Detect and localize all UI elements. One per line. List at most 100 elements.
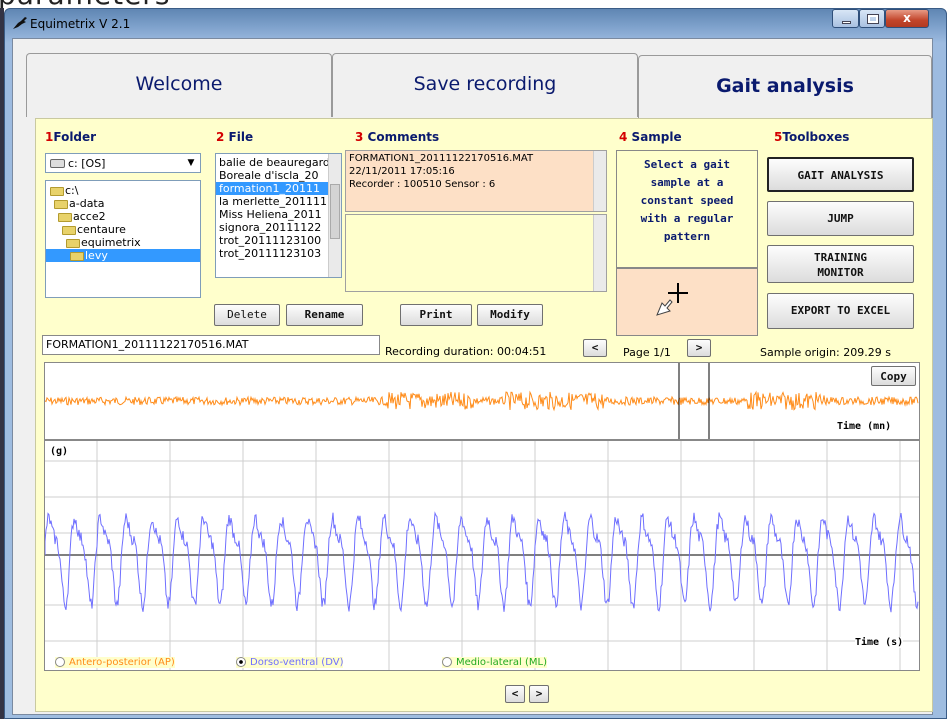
gait-analysis-button[interactable]: GAIT ANALYSIS (767, 157, 914, 192)
sample-text-line: with a regular (640, 212, 734, 225)
drive-icon (50, 159, 65, 168)
tree-item-selected[interactable]: levy (46, 249, 200, 262)
copy-button[interactable]: Copy (871, 366, 916, 386)
modify-button[interactable]: Modify (477, 304, 543, 326)
comment-recorder: Recorder : 100510 Sensor : 6 (349, 179, 496, 190)
folder-icon (66, 238, 80, 248)
radio-dv-label: Dorso-ventral (DV) (250, 657, 344, 668)
radio-ml-label: Medio-lateral (ML) (456, 657, 547, 668)
page-next-button[interactable]: > (687, 339, 711, 357)
print-button[interactable]: Print (400, 304, 472, 326)
folder-label: Folder (53, 130, 97, 144)
comments-box[interactable]: FORMATION1_20111122170516.MAT 22/11/2011… (345, 150, 607, 212)
file-list-scrollbar[interactable] (328, 154, 341, 277)
tab-welcome[interactable]: Welcome (26, 53, 332, 117)
comments-label: Comments (367, 130, 440, 144)
file-list-scroll-thumb[interactable] (330, 184, 340, 239)
overview-signal (44, 363, 919, 439)
tree-item[interactable]: c:\ (50, 184, 200, 197)
radio-circle[interactable] (55, 657, 65, 667)
delete-button[interactable]: Delete (214, 304, 280, 326)
tree-item[interactable]: centaure (50, 223, 200, 236)
comments-header: 3 Comments (355, 130, 439, 144)
jump-button[interactable]: JUMP (767, 201, 914, 236)
window-title: Equimetrix V 2.1 (30, 17, 131, 31)
file-item[interactable]: la merlette_201111 (219, 195, 341, 208)
tree-item[interactable]: equimetrix (50, 236, 200, 249)
file-item-selected[interactable]: formation1_20111 (216, 182, 341, 195)
folder-icon (58, 212, 72, 222)
tree-item-label: c:\ (65, 184, 79, 197)
export-excel-button[interactable]: EXPORT TO EXCEL (767, 293, 914, 329)
file-label: File (228, 130, 254, 144)
file-item[interactable]: Miss Heliena_2011 (219, 208, 341, 221)
comment-filename: FORMATION1_20111122170516.MAT (349, 153, 534, 164)
tab-save-recording[interactable]: Save recording (332, 53, 638, 117)
folder-icon (54, 199, 68, 209)
sample-text-line: Select a gait (643, 158, 731, 171)
radio-ml[interactable]: Medio-lateral (ML) (442, 657, 547, 668)
training-monitor-line1: TRAINING (814, 251, 867, 264)
radio-circle-checked[interactable] (236, 657, 246, 667)
sample-instructions: Select a gait sample at a constant speed… (616, 150, 758, 268)
close-button[interactable]: x (885, 9, 929, 28)
file-list[interactable]: balie de beauregard Boreale d'iscla_20 f… (215, 153, 342, 278)
top-strip: parameters (0, 0, 947, 8)
top-strip-text: parameters (0, 0, 170, 8)
folder-icon (62, 225, 76, 235)
filename-field[interactable]: FORMATION1_20111122170516.MAT (42, 335, 380, 355)
sample-drop-area[interactable] (616, 268, 758, 336)
sample-text-line: constant speed (640, 194, 734, 207)
detail-plot[interactable]: (g) Time (s) (44, 440, 920, 671)
recording-duration: Recording duration: 00:04:51 (385, 345, 547, 358)
file-header: 2 File (216, 130, 253, 144)
chevron-down-icon[interactable]: ▼ (183, 155, 199, 171)
training-monitor-line2: MONITOR (817, 266, 864, 279)
horse-app-icon (13, 17, 27, 29)
minimize-button[interactable] (832, 9, 859, 28)
radio-circle[interactable] (442, 657, 452, 667)
page-indicator: Page 1/1 (623, 346, 671, 359)
detail-y-unit: (g) (50, 446, 69, 457)
folder-header: 1Folder (45, 130, 96, 144)
sample-num: 4 (619, 130, 628, 144)
tree-item-label: centaure (77, 223, 126, 236)
toolboxes-label: Toolboxes (782, 130, 850, 144)
bottom-prev-button[interactable]: < (505, 685, 525, 703)
sample-header: 4 Sample (619, 130, 682, 144)
sample-text-line: pattern (663, 230, 711, 243)
file-item[interactable]: Boreale d'iscla_20 (219, 169, 341, 182)
file-item[interactable]: trot_20111123103 (219, 247, 341, 260)
drive-select[interactable]: c: [OS] ▼ (45, 153, 201, 173)
radio-dv[interactable]: Dorso-ventral (DV) (236, 657, 344, 668)
tab-gait-analysis-label: Gait analysis (716, 75, 854, 97)
sample-origin: Sample origin: 209.29 s (760, 346, 891, 359)
file-num: 2 (216, 130, 225, 144)
comments-edit-box[interactable] (345, 214, 607, 292)
folder-tree[interactable]: c:\ a-data acce2 centaure equimetrix lev… (45, 180, 201, 298)
radio-ap-label: Antero-posterior (AP) (69, 657, 175, 668)
file-item[interactable]: signora_20111122 (219, 221, 341, 234)
file-item[interactable]: trot_20111123100 (219, 234, 341, 247)
comments-edit-scrollbar[interactable] (593, 215, 606, 291)
tab-gait-analysis[interactable]: Gait analysis (638, 55, 932, 119)
crosshair-cursor-icon (656, 283, 688, 316)
rename-button[interactable]: Rename (286, 304, 363, 326)
tree-item-label: levy (85, 249, 108, 262)
radio-ap[interactable]: Antero-posterior (AP) (55, 657, 175, 668)
overview-x-axis-label: Time (mn) (837, 421, 892, 432)
file-item[interactable]: balie de beauregard (219, 156, 341, 169)
folder-icon (70, 251, 84, 261)
tree-item[interactable]: acce2 (50, 210, 200, 223)
overview-plot[interactable]: Copy Time (mn) (44, 362, 920, 440)
tree-item-label: a-data (69, 197, 105, 210)
comments-scrollbar[interactable] (593, 151, 606, 211)
detail-x-axis-label: Time (s) (855, 637, 904, 648)
training-monitor-button[interactable]: TRAINING MONITOR (767, 245, 914, 283)
page-prev-button[interactable]: < (583, 339, 607, 357)
comments-num: 3 (355, 130, 364, 144)
bottom-next-button[interactable]: > (529, 685, 549, 703)
maximize-button[interactable] (859, 9, 885, 28)
tree-item[interactable]: a-data (50, 197, 200, 210)
tree-item-label: equimetrix (81, 236, 141, 249)
